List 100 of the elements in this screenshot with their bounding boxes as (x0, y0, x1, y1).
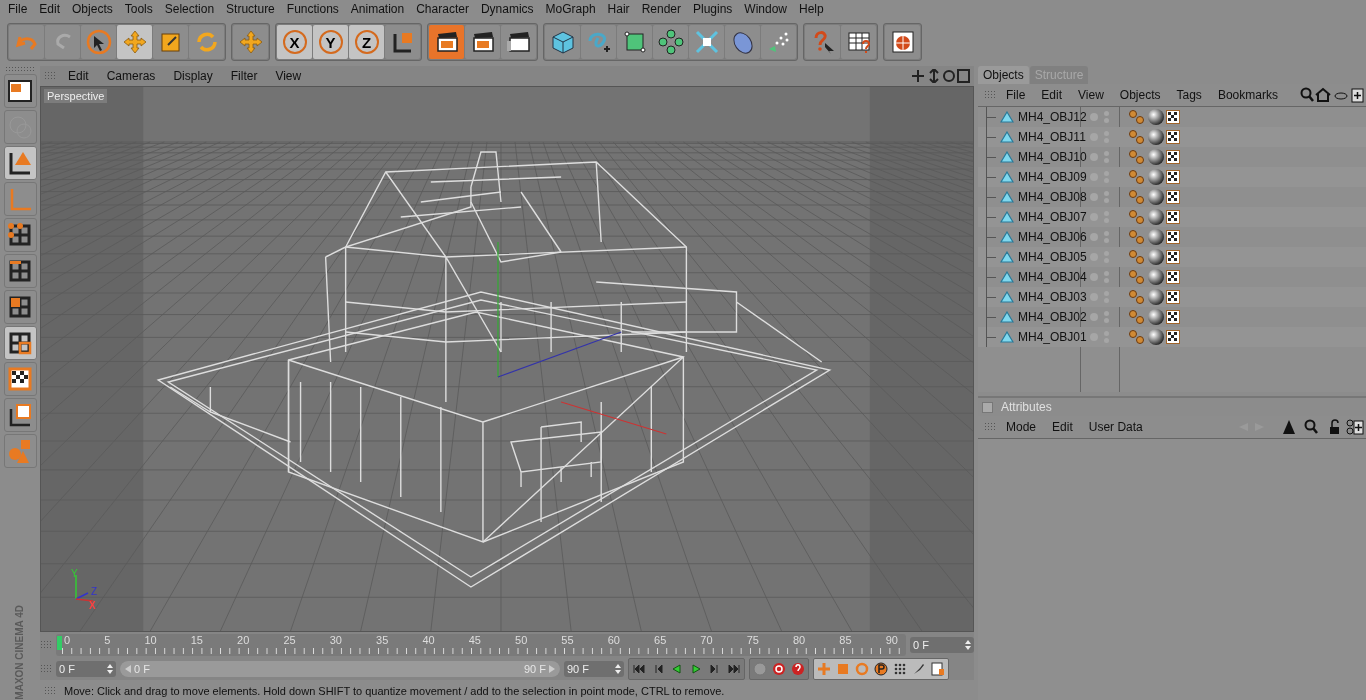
view-navigation-icon[interactable] (912, 69, 970, 83)
playhead-marker[interactable] (57, 636, 62, 650)
object-name[interactable]: MH4_OBJ04 (1018, 270, 1086, 284)
axis-lock-button[interactable]: X (277, 25, 312, 59)
object-name[interactable]: MH4_OBJ01 (1018, 330, 1086, 344)
menu-item[interactable]: Hair (601, 2, 636, 16)
texture-tag-icon[interactable] (1166, 270, 1180, 284)
object-name[interactable]: MH4_OBJ02 (1018, 310, 1086, 324)
disc-tool-icon[interactable] (725, 25, 760, 59)
menu-item[interactable]: Cameras (100, 69, 162, 83)
texture-tag-icon[interactable] (1166, 130, 1180, 144)
parameter-key-icon[interactable] (872, 660, 890, 678)
panel-tab[interactable]: Objects (978, 66, 1029, 84)
object-name[interactable]: MH4_OBJ09 (1018, 170, 1086, 184)
texture-tag-icon[interactable] (1166, 250, 1180, 264)
menu-item[interactable]: File (2, 2, 34, 16)
menu-item[interactable]: Window (738, 2, 794, 16)
texture-tag-icon[interactable] (1166, 150, 1180, 164)
texture-tag-icon[interactable] (1166, 210, 1180, 224)
axis-lock-button[interactable]: Y (313, 25, 348, 59)
texture-tag-icon[interactable] (1166, 110, 1180, 124)
object-name[interactable]: MH4_OBJ03 (1018, 290, 1086, 304)
menu-item[interactable]: Animation (344, 2, 411, 16)
material-sphere-icon[interactable] (1147, 288, 1165, 306)
cube-tool-icon[interactable] (545, 25, 580, 59)
panel-tools-icon[interactable] (1300, 87, 1364, 103)
object-name[interactable]: MH4_OBJ05 (1018, 250, 1086, 264)
texture-tag-icon[interactable] (1166, 170, 1180, 184)
select-tool-icon[interactable] (81, 25, 116, 59)
material-sphere-icon[interactable] (1147, 328, 1165, 346)
texture-mode-icon[interactable] (3, 362, 37, 396)
spinner-arrows-icon[interactable] (107, 664, 113, 674)
object-name[interactable]: MH4_OBJ07 (1018, 210, 1086, 224)
points-mode-icon[interactable] (3, 218, 37, 252)
texture-tag-icon[interactable] (1166, 310, 1180, 324)
menu-item[interactable]: Display (167, 69, 219, 83)
texture-tag-icon[interactable] (1166, 330, 1180, 344)
menu-item[interactable]: Plugins (687, 2, 739, 16)
material-sphere-icon[interactable] (1147, 128, 1165, 146)
end-frame-field[interactable]: 90 F (564, 661, 624, 677)
deformer-tool-icon[interactable] (689, 25, 724, 59)
menu-item[interactable]: Objects (1113, 88, 1167, 102)
table-tool-icon[interactable] (841, 25, 876, 59)
model-mode-icon[interactable] (3, 146, 37, 180)
object-name[interactable]: MH4_OBJ12 (1018, 110, 1086, 124)
array-tool-icon[interactable] (653, 25, 688, 59)
edges-mode-icon[interactable] (3, 254, 37, 288)
menu-item[interactable]: Tools (118, 2, 159, 16)
render-tool-icon[interactable] (429, 25, 464, 59)
texture-tag-icon[interactable] (1166, 190, 1180, 204)
menu-item[interactable]: Structure (220, 2, 281, 16)
object-name[interactable]: MH4_OBJ06 (1018, 230, 1086, 244)
menu-item[interactable]: Edit (33, 2, 67, 16)
viewport[interactable]: Perspective Y Z X (40, 86, 974, 632)
texture-tag-icon[interactable] (1166, 290, 1180, 304)
render-tool-icon[interactable] (465, 25, 500, 59)
spinner-arrows-icon[interactable] (965, 640, 971, 650)
record-icon[interactable] (770, 660, 788, 678)
menu-item[interactable]: Edit (62, 69, 95, 83)
polygons-mode-icon[interactable] (3, 290, 37, 324)
material-sphere-icon[interactable] (1147, 108, 1165, 126)
object-name[interactable]: MH4_OBJ08 (1018, 190, 1086, 204)
uv-mode-icon[interactable] (3, 326, 37, 360)
menu-item[interactable]: Bookmarks (1211, 88, 1284, 102)
material-sphere-icon[interactable] (1147, 168, 1165, 186)
material-sphere-icon[interactable] (1147, 148, 1165, 166)
material-sphere-icon[interactable] (1147, 188, 1165, 206)
menu-item[interactable]: Objects (66, 2, 119, 16)
menu-item[interactable]: Character (410, 2, 475, 16)
menu-item[interactable]: Edit (1046, 420, 1079, 434)
material-sphere-icon[interactable] (1147, 228, 1165, 246)
scheme-icon[interactable] (929, 660, 947, 678)
material-sphere-icon[interactable] (1147, 308, 1165, 326)
menu-item[interactable]: MoGraph (539, 2, 602, 16)
menu-item[interactable]: Edit (1035, 88, 1069, 102)
material-sphere-icon[interactable] (1147, 248, 1165, 266)
spinner-arrows-icon[interactable] (615, 664, 621, 674)
object-name[interactable]: MH4_OBJ11 (1018, 130, 1086, 144)
axis-lock-button[interactable]: Z (349, 25, 384, 59)
menu-item[interactable]: File (1000, 88, 1032, 102)
layout-mode-icon[interactable] (3, 74, 37, 108)
panel-checkbox[interactable] (982, 401, 993, 413)
menu-item[interactable]: Dynamics (474, 2, 540, 16)
current-frame-field[interactable]: 0 F (910, 637, 974, 653)
menu-item[interactable]: Filter (224, 69, 264, 83)
menu-item[interactable]: Mode (1000, 420, 1043, 434)
menu-item[interactable]: Help (793, 2, 830, 16)
help-tool-icon[interactable] (805, 25, 840, 59)
menu-item[interactable]: View (1072, 88, 1110, 102)
object-name[interactable]: MH4_OBJ10 (1018, 150, 1086, 164)
menu-item[interactable]: Render (635, 2, 687, 16)
timeline-ruler[interactable]: 0 5 10 15 20 25 30 35 40 45 50 55 60 65 70 75 80 85 90 (56, 634, 906, 656)
clapper-tool-icon[interactable] (501, 25, 536, 59)
menu-item[interactable]: Functions (280, 2, 345, 16)
menu-item[interactable]: View (269, 69, 308, 83)
material-sphere-icon[interactable] (1147, 268, 1165, 286)
texture-tag-icon[interactable] (1166, 230, 1180, 244)
help-icon[interactable] (789, 660, 807, 678)
texaxis-mode-icon[interactable] (3, 398, 37, 432)
menu-item[interactable]: User Data (1082, 420, 1149, 434)
